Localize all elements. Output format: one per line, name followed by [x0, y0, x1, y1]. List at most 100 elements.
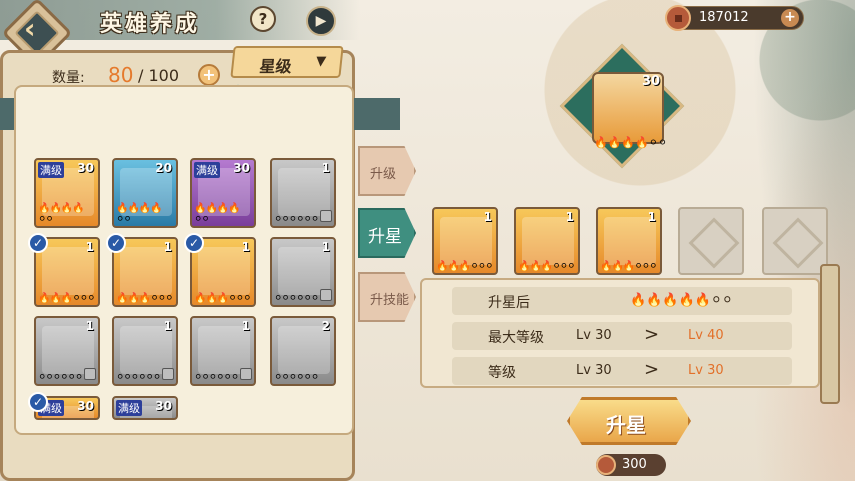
hero-portrait [278, 247, 330, 295]
hero-stars: 🔥🔥🔥🔥⚪⚪ [116, 203, 163, 225]
hero-portrait [120, 247, 172, 295]
hero-stars: 🔥🔥🔥⚪⚪⚪ [38, 293, 95, 304]
lock-icon [162, 368, 174, 380]
back-arrow-icon[interactable]: ‹ [24, 12, 36, 45]
checkmark-icon: ✓ [106, 233, 126, 253]
quantity-label: 数量: [52, 70, 85, 86]
lock-icon [320, 210, 332, 222]
hero-level: 1 [241, 319, 250, 333]
hero-portrait [522, 217, 574, 265]
hero-portrait [42, 326, 94, 374]
hero-level: 30 [233, 161, 250, 175]
material-slot[interactable]: 1 🔥🔥🔥⚪⚪⚪ [432, 207, 498, 275]
max-level-badge: 满级 [194, 162, 220, 178]
chevron-right-icon: > [644, 324, 660, 345]
hero-level: 1 [483, 210, 492, 224]
page-title: 英雄养成 [100, 12, 201, 37]
hero-portrait [198, 247, 250, 295]
coin-icon [596, 455, 616, 475]
lock-icon [320, 289, 332, 301]
hero-portrait [604, 217, 656, 265]
hero-portrait [120, 326, 172, 374]
hero-level: 1 [85, 319, 94, 333]
checkmark-icon: ✓ [28, 392, 48, 412]
material-slot[interactable] [762, 207, 828, 275]
info-row-after: 升星后 🔥🔥🔥🔥🔥⚪⚪ [452, 287, 792, 315]
material-slot[interactable]: 1 🔥🔥🔥⚪⚪⚪ [596, 207, 662, 275]
hero-card[interactable]: 20 🔥🔥🔥🔥⚪⚪ [112, 158, 178, 228]
hero-level: 2 [321, 319, 330, 333]
hero-stars: ⚪⚪⚪⚪⚪⚪ [274, 372, 319, 383]
level-label: 等级 [488, 365, 516, 381]
side-tab[interactable]: 升级 [358, 146, 416, 196]
hero-level: 1 [565, 210, 574, 224]
info-row-level: 等级 Lv 30 > Lv 30 [452, 357, 792, 385]
coin-icon [665, 5, 691, 31]
hero-card[interactable]: 2 ⚪⚪⚪⚪⚪⚪ [270, 316, 336, 386]
checkmark-icon: ✓ [28, 233, 48, 253]
hero-level: 1 [163, 319, 172, 333]
hero-portrait [42, 247, 94, 295]
cost-amount: 300 [622, 457, 647, 472]
scroll-handle[interactable] [820, 264, 840, 404]
side-tab-label: 升技能 [370, 293, 410, 308]
hero-card[interactable]: 30 满级 🔥🔥🔥🔥⚪⚪ [190, 158, 256, 228]
level-old: Lv 30 [576, 363, 612, 378]
hero-level: 30 [155, 399, 172, 413]
hero-card[interactable]: 30 满级 [112, 396, 178, 420]
hero-stars: 🔥🔥🔥🔥⚪⚪ [38, 203, 85, 225]
hero-stars: 🔥🔥🔥⚪⚪⚪ [194, 293, 251, 304]
quantity-max: / 100 [138, 66, 180, 85]
triangle-down-icon: ▼ [315, 54, 327, 69]
selected-hero-stars: 🔥🔥🔥🔥⚪⚪ [594, 136, 668, 149]
hero-card[interactable]: 30 满级 🔥🔥🔥🔥⚪⚪ [34, 158, 100, 228]
hero-level: 1 [321, 161, 330, 175]
lock-icon [240, 368, 252, 380]
lock-icon [84, 368, 96, 380]
hero-portrait [278, 168, 330, 216]
side-tab[interactable]: 升星 [358, 208, 416, 258]
level-new: Lv 30 [688, 363, 724, 378]
max-level-label: 最大等级 [488, 330, 544, 346]
expand-capacity-button[interactable]: + [198, 64, 220, 86]
after-stars: 🔥🔥🔥🔥🔥⚪⚪ [630, 293, 733, 308]
side-tab-label: 升级 [370, 167, 397, 182]
hero-portrait [440, 217, 492, 265]
hero-stars: 🔥🔥🔥⚪⚪⚪ [116, 293, 173, 304]
hero-stars: 🔥🔥🔥⚪⚪⚪ [436, 261, 493, 272]
hero-level: 1 [163, 240, 172, 254]
star-up-label: 升星 [606, 413, 646, 437]
checkmark-icon: ✓ [184, 233, 204, 253]
currency-amount: 187012 [699, 10, 749, 25]
quantity-current: 80 [108, 63, 134, 87]
hero-portrait [198, 326, 250, 374]
material-slot[interactable] [678, 207, 744, 275]
hero-stars: ⚪⚪⚪⚪⚪⚪ [38, 372, 83, 383]
currency-display: 187012 + [665, 5, 804, 31]
side-tab[interactable]: 升技能 [358, 272, 416, 322]
hero-level: 1 [647, 210, 656, 224]
hero-level: 1 [241, 240, 250, 254]
max-level-badge: 满级 [38, 162, 64, 178]
sort-label: 星级 [258, 57, 293, 76]
hero-stars: 🔥🔥🔥⚪⚪⚪ [518, 261, 575, 272]
chevron-right-icon: > [644, 359, 660, 380]
hero-stars: 🔥🔥🔥🔥⚪⚪ [194, 203, 241, 225]
hero-stars: ⚪⚪⚪⚪⚪⚪ [116, 372, 161, 383]
hero-level: 1 [321, 240, 330, 254]
add-currency-button[interactable]: + [781, 9, 799, 27]
hero-level: 1 [85, 240, 94, 254]
star-up-button[interactable]: 升星 [567, 397, 691, 445]
max-level-badge: 满级 [116, 400, 142, 416]
hero-level: 30 [77, 399, 94, 413]
max-level-old: Lv 30 [576, 328, 612, 343]
max-level-new: Lv 40 [688, 328, 724, 343]
hero-portrait [278, 326, 330, 374]
material-slot[interactable]: 1 🔥🔥🔥⚪⚪⚪ [514, 207, 580, 275]
play-icon[interactable]: ▶ [306, 6, 336, 36]
hero-stars: ⚪⚪⚪⚪⚪⚪ [274, 214, 319, 225]
info-row-max-level: 最大等级 Lv 30 > Lv 40 [452, 322, 792, 350]
sort-dropdown[interactable]: 星级 ▼ [230, 46, 344, 78]
hero-stars: 🔥🔥🔥⚪⚪⚪ [600, 261, 657, 272]
question-mark-icon[interactable]: ? [250, 6, 276, 32]
